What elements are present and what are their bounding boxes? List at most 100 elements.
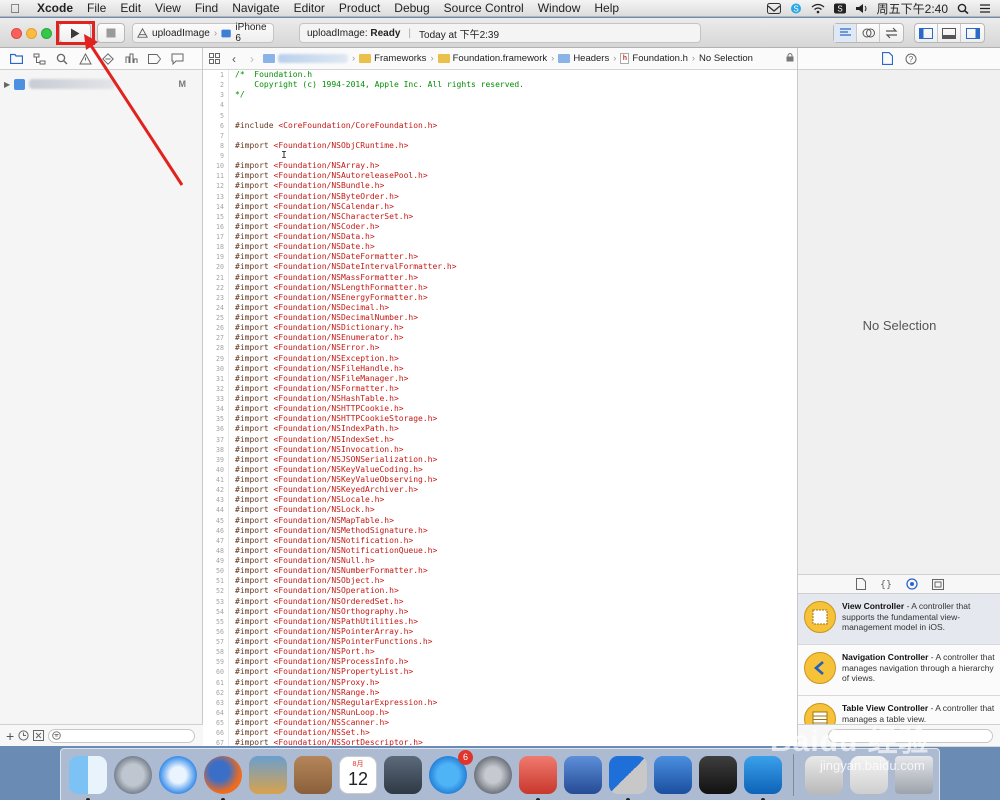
add-file-button[interactable]: + [6,728,14,744]
minimize-window-button[interactable] [26,28,37,39]
code-line[interactable]: #import <Foundation/NSKeyValueCoding.h> [235,465,797,475]
file-inspector-icon[interactable] [882,52,893,65]
breadcrumb-project[interactable] [261,54,350,63]
code-line[interactable]: #import <Foundation/NSPointerFunctions.h… [235,637,797,647]
code-line[interactable]: #include <CoreFoundation/CoreFoundation.… [235,121,797,131]
notification-center-icon[interactable] [978,3,992,14]
code-line[interactable] [235,100,797,110]
sync-icon[interactable]: S [833,3,847,14]
quick-help-icon[interactable]: ? [905,53,917,65]
code-line[interactable]: #import <Foundation/NSIndexSet.h> [235,435,797,445]
code-line[interactable]: #import <Foundation/NSOrderedSet.h> [235,597,797,607]
code-line[interactable]: #import <Foundation/NSMassFormatter.h> [235,273,797,283]
code-line[interactable]: #import <Foundation/NSObjCRuntime.h> [235,141,797,151]
file-template-library-icon[interactable] [855,578,866,590]
code-line[interactable]: Copyright (c) 1994-2014, Apple Inc. All … [235,80,797,90]
breadcrumb-foundation-h[interactable]: h Foundation.h [618,53,689,64]
code-line[interactable]: #import <Foundation/NSIndexPath.h> [235,424,797,434]
project-row[interactable]: ▶ M [0,76,202,92]
menu-debug[interactable]: Debug [387,1,436,15]
test-navigator-tab[interactable] [101,52,115,66]
code-line[interactable]: #import <Foundation/NSOrthography.h> [235,607,797,617]
code-line[interactable]: #import <Foundation/NSKeyValueObserving.… [235,475,797,485]
object-library-icon[interactable] [905,578,918,590]
image-capture-icon[interactable] [384,755,422,794]
code-line[interactable]: #import <Foundation/NSCharacterSet.h> [235,212,797,222]
code-line[interactable]: #import <Foundation/NSNull.h> [235,556,797,566]
menu-edit[interactable]: Edit [113,1,148,15]
code-line[interactable] [235,151,797,161]
code-line[interactable] [235,131,797,141]
code-snippet-library-icon[interactable]: {} [880,578,892,591]
preview-icon[interactable] [249,755,287,794]
assistant-editor-button[interactable] [857,24,880,42]
code-line[interactable]: #import <Foundation/NSDate.h> [235,242,797,252]
code-line[interactable]: #import <Foundation/NSLocale.h> [235,495,797,505]
code-line[interactable]: #import <Foundation/NSHashTable.h> [235,394,797,404]
code-line[interactable]: #import <Foundation/NSFormatter.h> [235,384,797,394]
code-line[interactable]: #import <Foundation/NSError.h> [235,343,797,353]
code-line[interactable]: #import <Foundation/NSLengthFormatter.h> [235,283,797,293]
menu-source-control[interactable]: Source Control [437,1,531,15]
code-line[interactable]: #import <Foundation/NSFileHandle.h> [235,364,797,374]
code-line[interactable]: #import <Foundation/NSRunLoop.h> [235,708,797,718]
volume-icon[interactable] [855,3,869,14]
scheme-selector[interactable]: uploadImage › iPhone 6 [132,22,274,44]
system-preferences-icon[interactable] [474,755,512,794]
related-items-button[interactable] [203,53,225,64]
code-line[interactable]: #import <Foundation/NSException.h> [235,354,797,364]
code-line[interactable]: #import <Foundation/NSArray.h> [235,161,797,171]
find-navigator-tab[interactable] [55,52,69,66]
instruments-icon[interactable] [654,755,692,794]
menu-navigate[interactable]: Navigate [225,1,286,15]
code-line[interactable]: #import <Foundation/NSProcessInfo.h> [235,657,797,667]
safari-icon[interactable] [159,755,197,794]
issue-navigator-tab[interactable] [78,52,92,66]
code-line[interactable]: #import <Foundation/NSAutoreleasePool.h> [235,171,797,181]
code-line[interactable]: #import <Foundation/NSOperation.h> [235,586,797,596]
media-library-icon[interactable] [931,578,944,590]
source-control-filter-icon[interactable] [33,730,45,741]
launchpad-icon[interactable] [114,755,152,794]
code-line[interactable]: */ [235,90,797,100]
menu-editor[interactable]: Editor [287,1,332,15]
lock-icon[interactable] [783,52,797,65]
code-line[interactable]: #import <Foundation/NSLock.h> [235,505,797,515]
ios-simulator-icon[interactable] [699,755,737,794]
code-line[interactable] [235,111,797,121]
status-extra-icon[interactable] [766,2,781,14]
go-back-button[interactable]: ‹ [225,52,243,66]
spotlight-icon[interactable] [956,3,970,14]
breadcrumb-foundation-framework[interactable]: Foundation.framework [436,53,550,64]
code-line[interactable]: #import <Foundation/NSSortDescriptor.h> [235,738,797,746]
symbol-navigator-tab[interactable] [32,52,46,66]
menu-window[interactable]: Window [531,1,588,15]
version-editor-button[interactable] [880,24,903,42]
code-line[interactable]: #import <Foundation/NSDateIntervalFormat… [235,262,797,272]
calendar-icon[interactable]: 8月 12 [339,755,377,794]
code-line[interactable]: /* Foundation.h [235,70,797,80]
apple-menu-icon[interactable]:  [0,1,30,16]
teamviewer-icon[interactable] [744,755,782,800]
zoom-window-button[interactable] [41,28,52,39]
code-line[interactable]: #import <Foundation/NSRange.h> [235,688,797,698]
disclosure-triangle-icon[interactable]: ▶ [4,80,10,89]
code-line[interactable]: #import <Foundation/NSDateFormatter.h> [235,252,797,262]
menu-app-name[interactable]: Xcode [30,1,80,15]
breakpoint-navigator-tab[interactable] [147,52,161,66]
code-line[interactable]: #import <Foundation/NSNotificationQueue.… [235,546,797,556]
code-line[interactable]: #import <Foundation/NSKeyedArchiver.h> [235,485,797,495]
code-line[interactable]: #import <Foundation/NSMapTable.h> [235,516,797,526]
breadcrumb-no-selection[interactable]: No Selection [697,53,755,64]
menu-product[interactable]: Product [332,1,387,15]
code-line[interactable]: #import <Foundation/NSData.h> [235,232,797,242]
breadcrumb-headers[interactable]: Headers [556,53,611,64]
wifi-icon[interactable] [811,3,825,14]
code-line[interactable]: #import <Foundation/NSJSONSerialization.… [235,455,797,465]
remote-desktop-icon[interactable] [519,755,557,800]
recent-files-icon[interactable] [18,730,29,741]
code-line[interactable]: #import <Foundation/NSFileManager.h> [235,374,797,384]
code-line[interactable]: #import <Foundation/NSHTTPCookie.h> [235,404,797,414]
breadcrumb-frameworks[interactable]: Frameworks [357,53,428,64]
project-navigator-tab[interactable] [9,52,23,66]
